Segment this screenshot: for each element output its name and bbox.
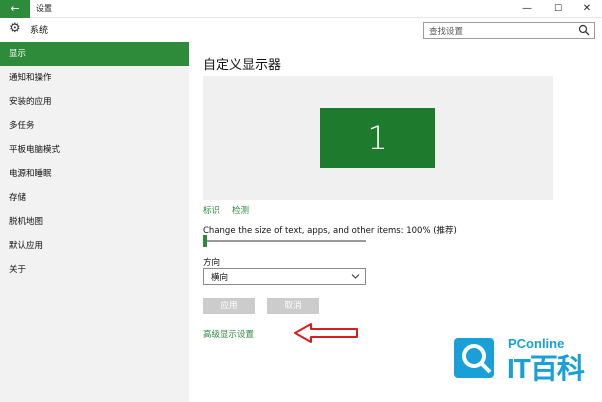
app-header: ⚙ 系统 查找设置 — [0, 18, 602, 42]
back-button[interactable]: ← — [0, 0, 30, 18]
sidebar-item-default-apps[interactable]: 默认应用 — [0, 234, 189, 258]
monitor-tile[interactable]: 1 — [320, 108, 435, 168]
back-arrow-icon: ← — [10, 2, 20, 15]
title-bar: ← 设置 — ☐ ✕ — [0, 0, 602, 18]
identify-link[interactable]: 标识 — [203, 204, 220, 216]
sidebar-item-power-sleep[interactable]: 电源和睡眠 — [0, 162, 189, 186]
cancel-button[interactable]: 取消 — [267, 298, 319, 314]
app-name: 系统 — [30, 26, 49, 36]
red-arrow-annotation — [294, 323, 358, 343]
chevron-down-icon — [351, 274, 360, 279]
detect-link[interactable]: 检测 — [232, 204, 249, 216]
watermark-brand: PConline — [508, 336, 565, 351]
scale-slider[interactable] — [203, 240, 366, 242]
sidebar-item-about[interactable]: 关于 — [0, 258, 189, 282]
apply-button[interactable]: 应用 — [203, 298, 255, 314]
window-title: 设置 — [36, 4, 52, 13]
scale-slider-thumb[interactable] — [203, 235, 207, 247]
close-icon: ✕ — [582, 3, 592, 14]
close-button[interactable]: ✕ — [572, 0, 602, 18]
maximize-button[interactable]: ☐ — [543, 0, 573, 18]
search-placeholder: 查找设置 — [429, 27, 464, 37]
sidebar-item-notifications[interactable]: 通知和操作 — [0, 66, 189, 90]
search-icon[interactable] — [578, 24, 590, 36]
pconline-watermark: PConline IT百科 — [452, 334, 600, 396]
orientation-label: 方向 — [203, 258, 221, 268]
sidebar-item-tablet-mode[interactable]: 平板电脑模式 — [0, 138, 189, 162]
sidebar-item-installed-apps[interactable]: 安装的应用 — [0, 90, 189, 114]
sidebar: 显示 通知和操作 安装的应用 多任务 平板电脑模式 电源和睡眠 存储 脱机地图 … — [0, 42, 189, 402]
page-title: 自定义显示器 — [203, 58, 282, 73]
sidebar-item-display[interactable]: 显示 — [0, 42, 189, 66]
minimize-icon: — — [522, 3, 532, 14]
sidebar-item-multitasking[interactable]: 多任务 — [0, 114, 189, 138]
minimize-button[interactable]: — — [512, 0, 542, 18]
sidebar-item-storage[interactable]: 存储 — [0, 186, 189, 210]
scale-label: Change the size of text, apps, and other… — [203, 226, 457, 236]
maximize-icon: ☐ — [553, 4, 563, 14]
orientation-value: 横向 — [211, 273, 229, 283]
gear-icon: ⚙ — [9, 21, 21, 36]
pconline-logo-icon — [454, 338, 494, 378]
search-input[interactable]: 查找设置 — [423, 22, 595, 39]
display-preview: 1 — [203, 76, 553, 200]
advanced-display-settings-link[interactable]: 高级显示设置 — [203, 328, 254, 340]
orientation-dropdown[interactable]: 横向 — [203, 268, 366, 285]
sidebar-item-offline-maps[interactable]: 脱机地图 — [0, 210, 189, 234]
watermark-sub: IT百科 — [507, 353, 585, 384]
